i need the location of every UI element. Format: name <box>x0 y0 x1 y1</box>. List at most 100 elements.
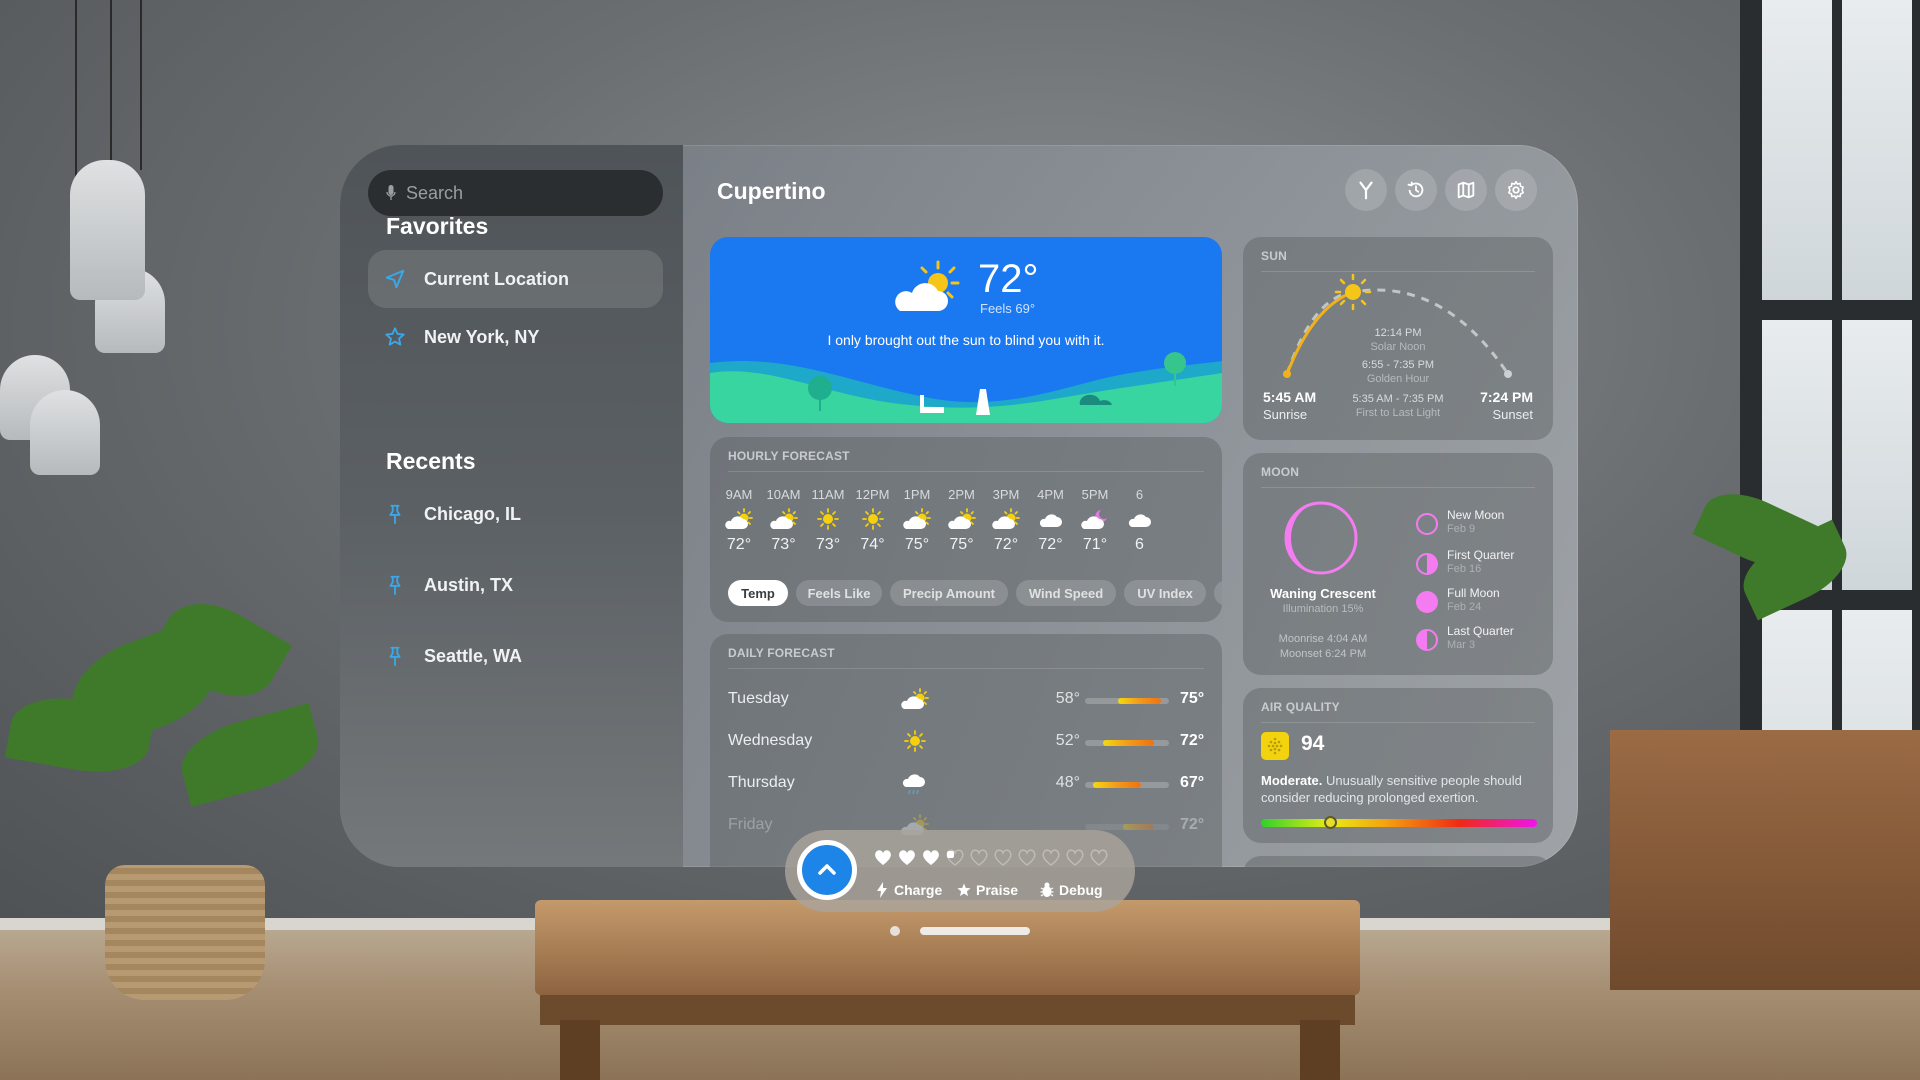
metric-tab-more[interactable] <box>1214 580 1222 606</box>
pin-icon <box>389 575 401 596</box>
hour-time: 2PM <box>948 487 975 502</box>
hour-item: 3PM 72° <box>983 487 1029 554</box>
window-grab-bar[interactable] <box>920 927 1030 935</box>
fork-icon <box>1359 181 1373 200</box>
golden-hour-label: Golden Hour <box>1366 373 1430 385</box>
daily-row[interactable]: Thursday 48° 67° <box>710 770 1222 800</box>
sidebar-item-current-location[interactable]: Current Location <box>368 250 663 308</box>
sidebar-item-label: Current Location <box>424 268 570 289</box>
hour-time: 6 <box>1135 487 1144 502</box>
new-moon-icon <box>1416 513 1438 535</box>
aqi-level: Moderate. <box>1261 773 1323 788</box>
weather-app-window: Favorites Current Location New York, NY … <box>340 145 1578 867</box>
history-button[interactable] <box>1395 169 1437 211</box>
last-quarter-icon <box>1416 629 1438 651</box>
air-quality-heading: AIR QUALITY <box>1261 700 1340 714</box>
hour-item: 5PM 71° <box>1072 487 1118 554</box>
search-field[interactable] <box>368 170 663 216</box>
solar-noon-label: Solar Noon <box>1370 341 1426 353</box>
bolt-icon <box>877 882 887 898</box>
sunrise-label: Sunrise <box>1263 407 1308 422</box>
day-name: Thursday <box>728 774 795 791</box>
day-high: 67° <box>1180 774 1205 791</box>
metric-tab-feels-like[interactable]: Feels Like <box>796 580 882 606</box>
moon-heading: MOON <box>1261 465 1300 479</box>
sidebar-item-austin[interactable]: Austin, TX <box>368 556 663 614</box>
moonrise: Moonrise 4:04 AM <box>1278 633 1368 645</box>
moon-phase-name: Waning Crescent <box>1270 586 1376 601</box>
rain-icon <box>902 774 925 795</box>
sun-icon <box>861 508 884 530</box>
pendant-lamp <box>30 390 100 475</box>
expand-button[interactable] <box>797 840 857 900</box>
favorites-heading: Favorites <box>386 213 489 239</box>
charge-button[interactable]: Charge <box>875 882 942 898</box>
day-name: Friday <box>728 816 773 833</box>
debug-button[interactable]: Debug <box>1040 882 1103 898</box>
partly-sunny-icon <box>725 508 753 529</box>
star-icon <box>957 883 971 897</box>
daily-row[interactable]: Tuesday 58° 75° <box>710 686 1222 716</box>
pin-icon <box>389 504 401 525</box>
golden-hour-time: 6:55 - 7:35 PM <box>1361 359 1435 371</box>
window-close-dot[interactable] <box>890 926 900 936</box>
cloud-icon <box>1039 514 1062 527</box>
praise-button[interactable]: Praise <box>957 882 1018 898</box>
daily-row[interactable]: Wednesday 52° 72° <box>710 728 1222 758</box>
temp-range-fill <box>1092 782 1141 788</box>
upcoming-phase-last-quarter: Last Quarter Mar 3 <box>1415 624 1545 660</box>
partly-sunny-icon <box>947 508 976 529</box>
sidebar-item-new-york[interactable]: New York, NY <box>368 308 663 366</box>
hour-temp: 75° <box>904 536 930 553</box>
heart-empty-icon <box>1042 849 1060 866</box>
metric-tab-uv-index[interactable]: UV Index <box>1124 580 1206 606</box>
current-temperature: 72° <box>978 257 1039 301</box>
landscape-illustration <box>710 352 1222 423</box>
feels-like: Feels 69° <box>980 301 1036 316</box>
sidebar-item-chicago[interactable]: Chicago, IL <box>368 485 663 543</box>
current-conditions-card: 72° Feels 69° I only brought out the sun… <box>710 237 1222 423</box>
cloud-icon <box>1128 514 1151 527</box>
moon-phase-icon <box>1284 501 1358 575</box>
metric-tab-wind-speed[interactable]: Wind Speed <box>1016 580 1116 606</box>
heart-full-icon <box>875 850 891 865</box>
microphone-icon[interactable] <box>386 185 396 201</box>
hourly-forecast-heading: HOURLY FORECAST <box>728 449 850 463</box>
hour-item: 4PM 72° <box>1028 487 1074 554</box>
map-button[interactable] <box>1445 169 1487 211</box>
search-input[interactable] <box>406 182 636 204</box>
wooden-table <box>535 900 1360 995</box>
heart-empty-icon <box>994 849 1012 866</box>
sidebar-item-seattle[interactable]: Seattle, WA <box>368 627 663 685</box>
aqi-value: 94 <box>1301 732 1325 755</box>
day-high: 72° <box>1180 732 1205 749</box>
solar-noon-time: 12:14 PM <box>1374 327 1422 339</box>
plant-pot <box>105 865 265 1000</box>
day-low: 58° <box>1055 690 1080 707</box>
hour-item: 9AM 72° <box>716 487 762 554</box>
day-high: 75° <box>1180 690 1205 707</box>
heart-empty-icon <box>1066 849 1084 866</box>
settings-button[interactable] <box>1495 169 1537 211</box>
full-moon-icon <box>1416 591 1438 613</box>
metric-tab-temp[interactable]: Temp <box>728 580 788 606</box>
ornament-toolbar: Charge Praise Debug <box>785 830 1135 912</box>
hour-item: 1PM 75° <box>894 487 940 554</box>
hour-time: 3PM <box>992 487 1020 502</box>
heart-full-icon <box>923 850 939 865</box>
bug-icon <box>1040 882 1054 897</box>
fork-button[interactable] <box>1345 169 1387 211</box>
hour-temp: 72° <box>993 536 1019 553</box>
hour-item: 10AM 73° <box>761 487 807 554</box>
hour-temp: 71° <box>1082 536 1108 553</box>
hour-time: 12PM <box>855 487 890 502</box>
day-low: 52° <box>1055 732 1080 749</box>
day-name: Tuesday <box>728 690 789 707</box>
sunset-label: Sunset <box>1492 407 1533 422</box>
heart-empty-icon <box>970 849 988 866</box>
recents-heading: Recents <box>386 448 476 474</box>
metric-tab-precip-amount[interactable]: Precip Amount <box>890 580 1008 606</box>
moon-card: MOON Waning Crescent Illumination 15% Mo… <box>1243 453 1553 675</box>
gear-icon <box>1508 180 1524 200</box>
upcoming-phase-new-moon: New Moon Feb 9 <box>1415 508 1545 544</box>
